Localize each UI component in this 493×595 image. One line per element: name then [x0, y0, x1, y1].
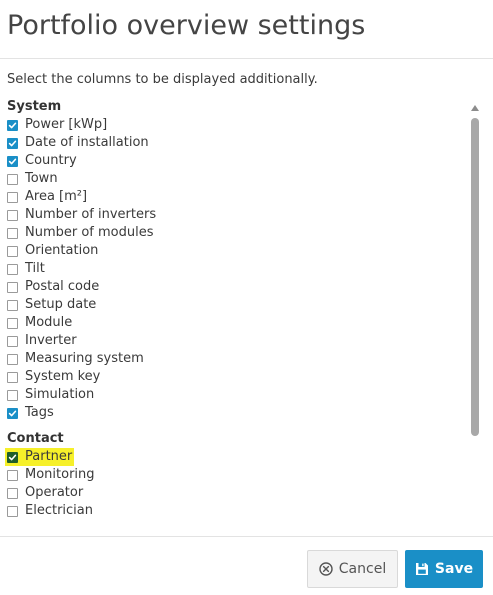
option-label[interactable]: Power [kWp] — [25, 116, 107, 134]
scrollbar-thumb[interactable] — [471, 118, 479, 436]
option-postal-code[interactable]: Postal code — [7, 278, 99, 296]
option-operator[interactable]: Operator — [7, 484, 83, 502]
option-label[interactable]: Measuring system — [25, 350, 144, 368]
cancel-button[interactable]: Cancel — [307, 550, 398, 588]
checkmark-icon — [8, 158, 17, 164]
option-partner[interactable]: Partner — [5, 448, 75, 466]
option-tags[interactable]: Tags — [7, 404, 54, 422]
checkbox-unchecked[interactable] — [7, 353, 18, 365]
checkmark-icon — [8, 454, 17, 460]
option-number-of-modules[interactable]: Number of modules — [7, 224, 154, 242]
checkbox-unchecked[interactable] — [7, 263, 18, 275]
checkmark-icon — [8, 140, 17, 146]
option-label[interactable]: Orientation — [25, 242, 98, 260]
option-power-kwp[interactable]: Power [kWp] — [7, 116, 107, 134]
checkbox-checked[interactable] — [7, 451, 18, 463]
option-label[interactable]: Setup date — [25, 296, 96, 314]
option-town[interactable]: Town — [7, 170, 58, 188]
checkbox-unchecked[interactable] — [7, 317, 18, 329]
dialog-footer: Cancel Save — [0, 536, 493, 595]
section-heading-contact: Contact — [7, 431, 64, 446]
option-electrician[interactable]: Electrician — [7, 502, 93, 520]
checkbox-unchecked[interactable] — [7, 209, 18, 221]
option-label[interactable]: Partner — [25, 448, 72, 466]
checkbox-unchecked[interactable] — [7, 335, 18, 347]
checkbox-unchecked[interactable] — [7, 227, 18, 239]
option-label[interactable]: Country — [25, 152, 77, 170]
checkbox-unchecked[interactable] — [7, 389, 18, 401]
option-monitoring[interactable]: Monitoring — [7, 466, 95, 484]
option-label[interactable]: Inverter — [25, 332, 77, 350]
checkbox-unchecked[interactable] — [7, 487, 18, 499]
checkmark-icon — [8, 410, 17, 416]
option-label[interactable]: Electrician — [25, 502, 93, 520]
checkbox-checked[interactable] — [7, 137, 18, 149]
option-setup-date[interactable]: Setup date — [7, 296, 96, 314]
option-label[interactable]: Postal code — [25, 278, 99, 296]
option-label[interactable]: Tags — [25, 404, 54, 422]
column-options-list[interactable]: System Power [kWp] Date of installation Cou… — [0, 98, 493, 526]
checkbox-checked[interactable] — [7, 407, 18, 419]
checkbox-unchecked[interactable] — [7, 191, 18, 203]
section-heading-system: System — [7, 99, 62, 114]
option-label[interactable]: Number of inverters — [25, 206, 156, 224]
cancel-button-label: Cancel — [338, 561, 387, 577]
checkbox-checked[interactable] — [7, 119, 18, 131]
checkbox-unchecked[interactable] — [7, 505, 18, 517]
checkbox-unchecked[interactable] — [7, 281, 18, 293]
option-country[interactable]: Country — [7, 152, 77, 170]
checkbox-unchecked[interactable] — [7, 299, 18, 311]
option-label[interactable]: System key — [25, 368, 100, 386]
checkbox-checked[interactable] — [7, 155, 18, 167]
option-module[interactable]: Module — [7, 314, 72, 332]
option-label[interactable]: Number of modules — [25, 224, 154, 242]
option-measuring-system[interactable]: Measuring system — [7, 350, 144, 368]
option-label[interactable]: Date of installation — [25, 134, 149, 152]
checkmark-icon — [8, 122, 17, 128]
close-circle-icon — [319, 562, 333, 576]
checkbox-unchecked[interactable] — [7, 371, 18, 383]
dialog-title: Portfolio overview settings — [7, 10, 366, 41]
portfolio-settings-dialog: Portfolio overview settings Select the c… — [0, 0, 493, 595]
option-date-of-installation[interactable]: Date of installation — [7, 134, 149, 152]
option-label[interactable]: Simulation — [25, 386, 94, 404]
scroll-up-arrow-icon[interactable] — [471, 105, 479, 111]
floppy-disk-icon — [415, 562, 429, 576]
option-label[interactable]: Monitoring — [25, 466, 95, 484]
option-tilt[interactable]: Tilt — [7, 260, 45, 278]
checkbox-unchecked[interactable] — [7, 173, 18, 185]
save-button-label: Save — [434, 561, 474, 577]
option-number-of-inverters[interactable]: Number of inverters — [7, 206, 156, 224]
option-label[interactable]: Town — [25, 170, 58, 188]
option-label[interactable]: Area [m²] — [25, 188, 87, 206]
checkbox-unchecked[interactable] — [7, 245, 18, 257]
instruction-text: Select the columns to be displayed addit… — [7, 72, 318, 87]
dialog-header: Portfolio overview settings — [0, 0, 493, 59]
option-label[interactable]: Module — [25, 314, 72, 332]
option-system-key[interactable]: System key — [7, 368, 100, 386]
checkbox-unchecked[interactable] — [7, 469, 18, 481]
option-orientation[interactable]: Orientation — [7, 242, 98, 260]
option-inverter[interactable]: Inverter — [7, 332, 77, 350]
vertical-scrollbar[interactable] — [468, 98, 482, 526]
option-simulation[interactable]: Simulation — [7, 386, 94, 404]
option-label[interactable]: Operator — [25, 484, 83, 502]
option-area-m[interactable]: Area [m²] — [7, 188, 87, 206]
save-button[interactable]: Save — [405, 550, 483, 588]
option-label[interactable]: Tilt — [25, 260, 45, 278]
